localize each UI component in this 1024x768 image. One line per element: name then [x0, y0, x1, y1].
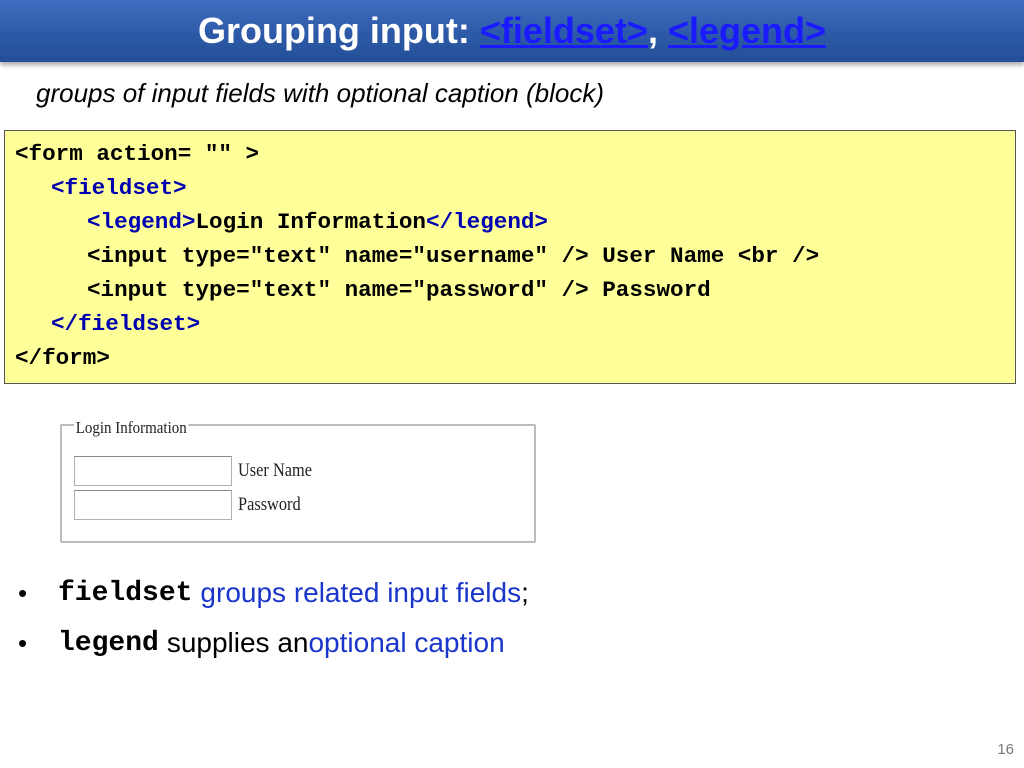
code-line-legend: <legend>Login Information</legend> — [15, 205, 1005, 239]
code-example: <form action= "" > <fieldset> <legend>Lo… — [4, 130, 1016, 384]
bullet-dot-icon: • — [18, 627, 28, 658]
password-input[interactable] — [74, 490, 232, 520]
code-line-fieldset-close: </fieldset> — [51, 311, 201, 337]
bullet-text: supplies an — [166, 627, 309, 658]
fieldset-link[interactable]: <fieldset> — [480, 10, 648, 51]
bullet-keyword: legend — [58, 627, 159, 659]
bullet-fieldset: • fieldset groups related input fields; — [18, 568, 529, 618]
title-separator: , — [647, 10, 668, 51]
bullet-dot-icon: • — [18, 577, 28, 608]
bullet-legend: • legend supplies an optional caption — [18, 618, 529, 668]
slide-title: Grouping input: <fieldset>, <legend> — [198, 10, 826, 52]
username-input[interactable] — [74, 456, 232, 486]
code-legend-open: <legend> — [87, 209, 196, 235]
code-line-form-open: <form action= "" > — [15, 141, 260, 167]
code-legend-close: </legend> — [425, 209, 548, 235]
code-line-username-input: <input type="text" name="username" /> Us… — [87, 243, 820, 269]
fieldset-legend: Login Information — [74, 418, 189, 438]
legend-link[interactable]: <legend> — [668, 10, 826, 51]
password-label: Password — [238, 494, 301, 515]
bullet-list: • fieldset groups related input fields; … — [18, 568, 529, 668]
title-bar: Grouping input: <fieldset>, <legend> — [0, 0, 1024, 62]
title-prefix: Grouping input: — [197, 10, 480, 51]
bullet-keyword: fieldset — [58, 577, 193, 609]
fieldset-demo: Login Information User Name Password — [60, 418, 536, 543]
code-line-password-input: <input type="text" name="password" /> Pa… — [87, 277, 711, 303]
slide-subtitle: groups of input fields with optional cap… — [36, 78, 604, 108]
bullet-description: groups related input fields — [200, 577, 522, 608]
code-legend-text: Login Information — [195, 209, 426, 235]
bullet-punctuation: ; — [521, 577, 529, 608]
page-number: 16 — [997, 741, 1014, 758]
username-label: User Name — [238, 460, 312, 481]
code-line-fieldset-open: <fieldset> — [51, 175, 187, 201]
bullet-description: optional caption — [308, 627, 505, 658]
code-line-form-close: </form> — [15, 345, 110, 371]
